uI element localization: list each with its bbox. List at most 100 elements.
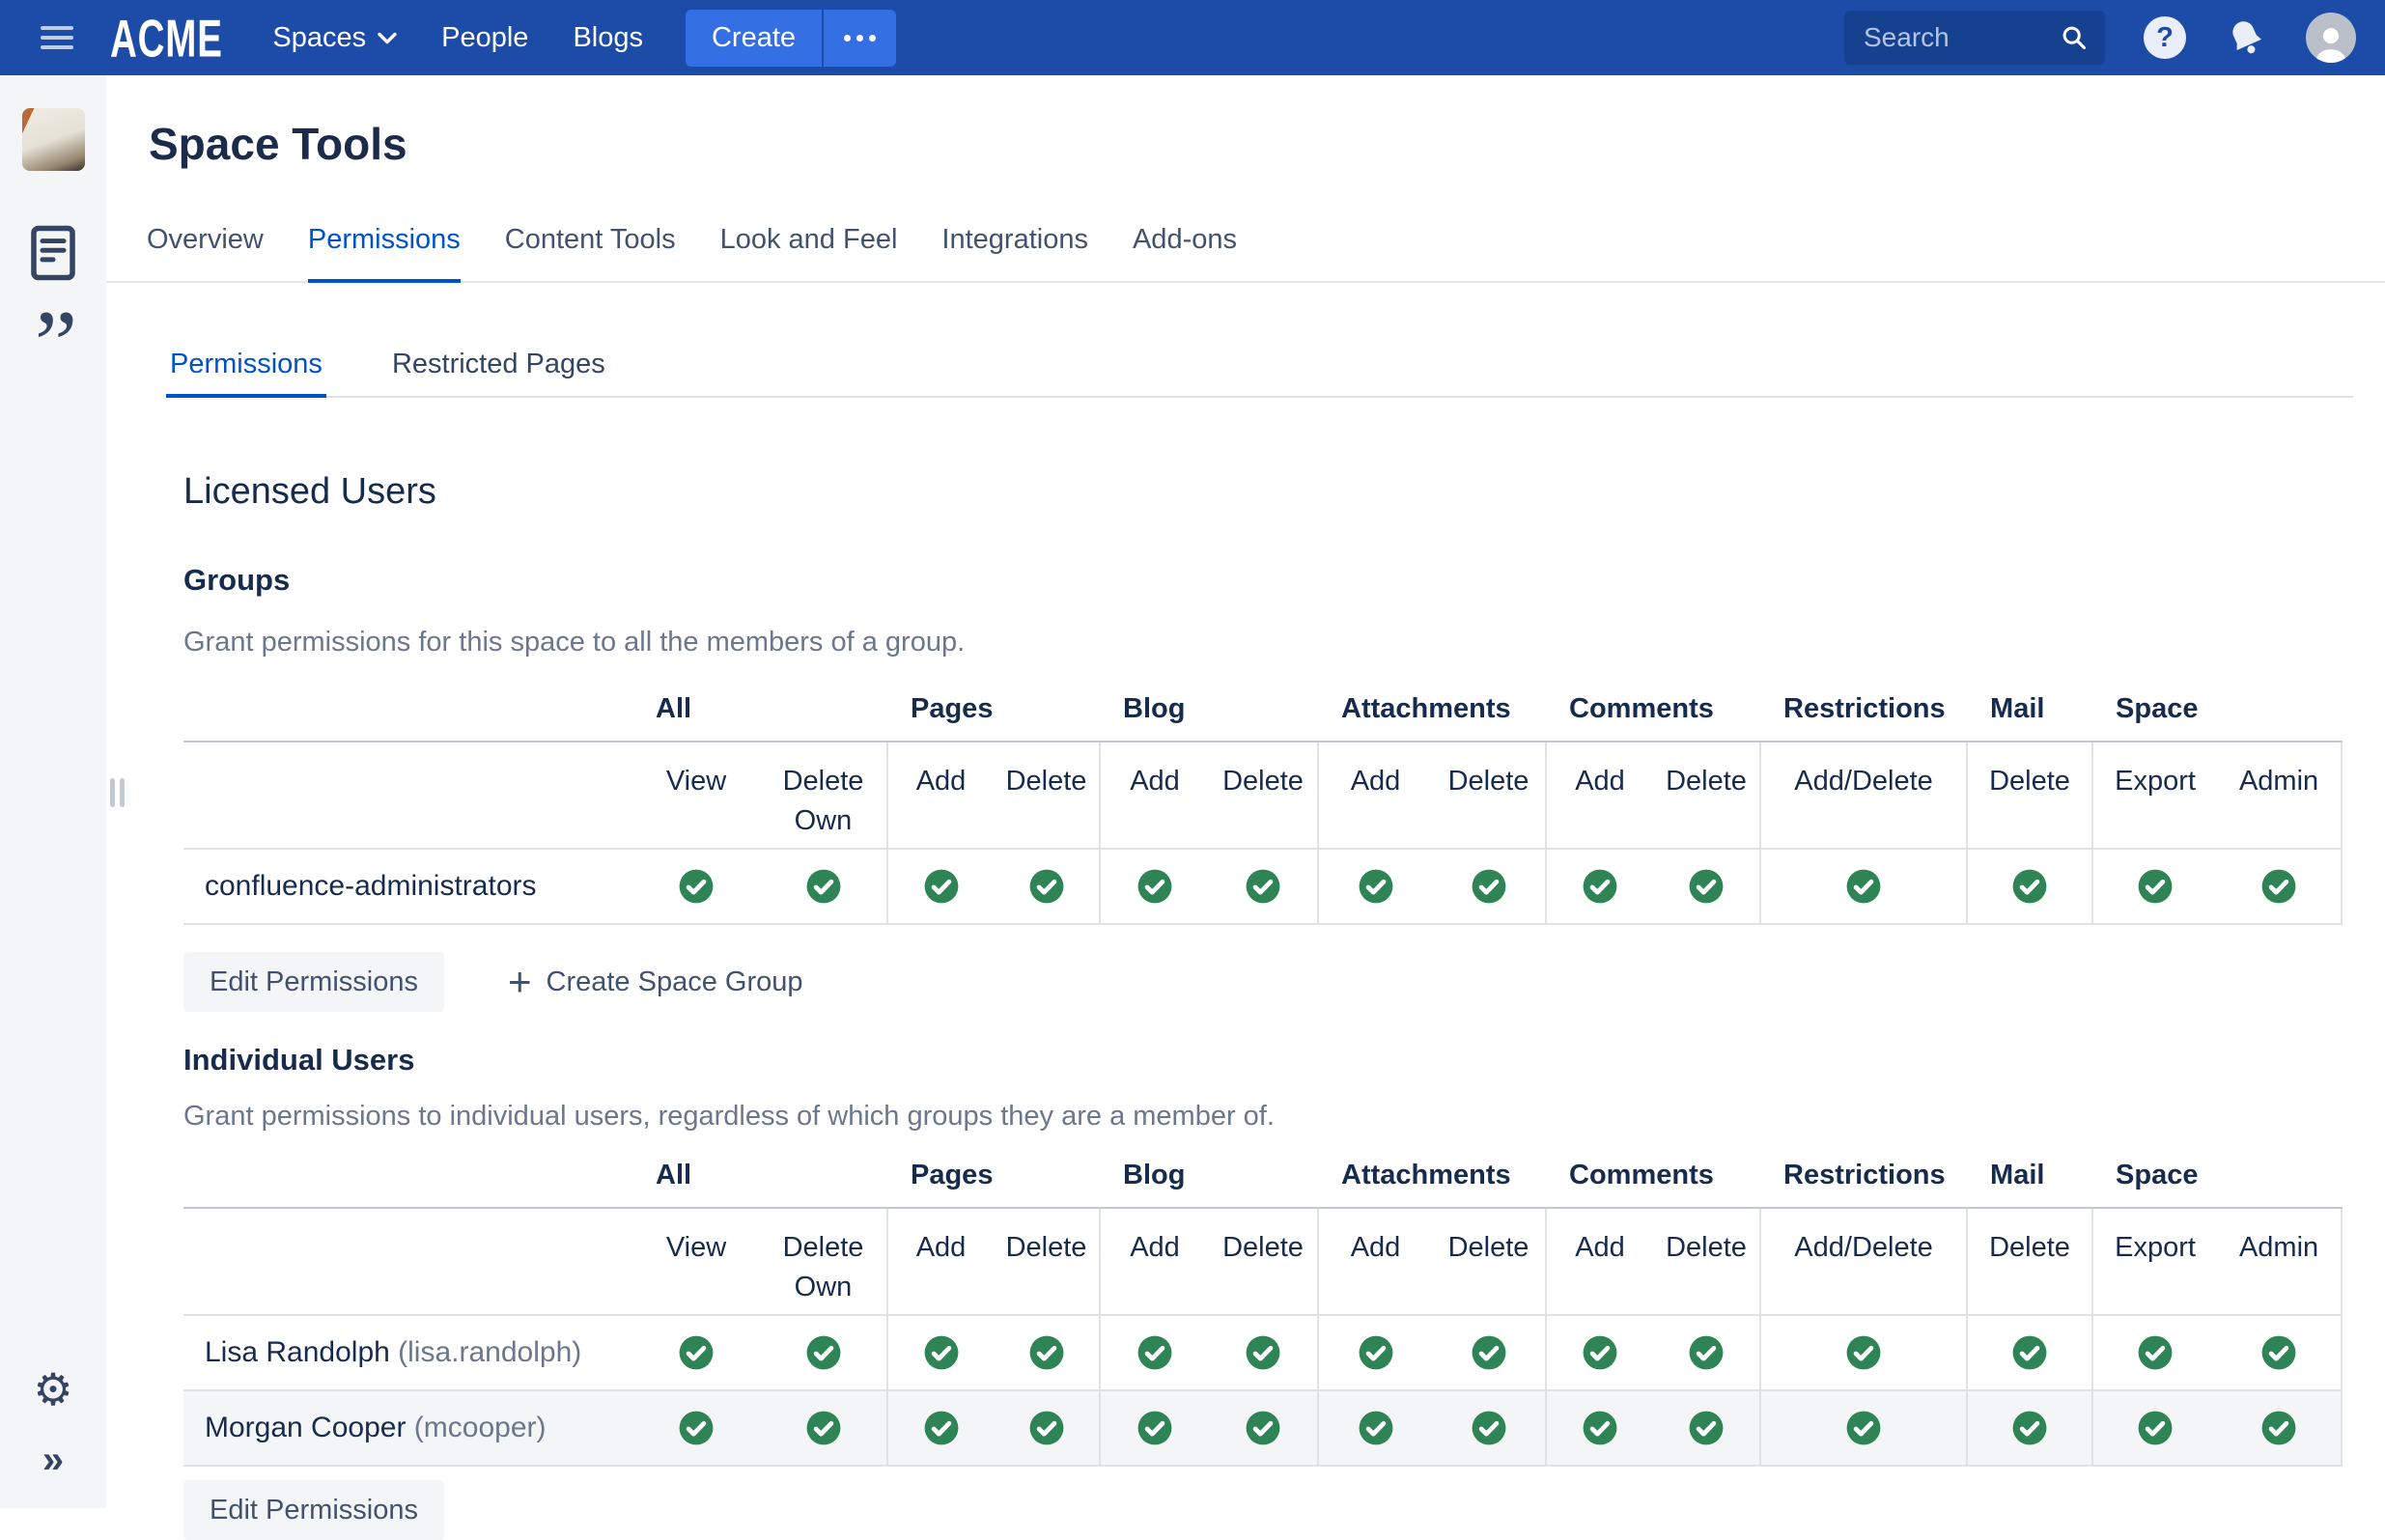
- primary-nav: Spaces People Blogs: [272, 22, 643, 54]
- column-header: Delete Own: [760, 1208, 887, 1315]
- subtab-permissions[interactable]: Permissions: [166, 349, 326, 398]
- edit-permissions-button-users[interactable]: Edit Permissions: [183, 1480, 444, 1540]
- column-header: Delete: [994, 1208, 1100, 1315]
- tab-add-ons[interactable]: Add-ons: [1133, 224, 1237, 283]
- permissions-panel: Permissions Restricted Pages Licensed Us…: [166, 349, 2385, 1540]
- permission-cell: [1967, 849, 2092, 924]
- permission-cell: [1760, 1315, 1967, 1390]
- column-header: Add/Delete: [1760, 1208, 1967, 1315]
- column-header: Admin: [2217, 742, 2342, 849]
- chevron-down-icon: [378, 32, 397, 44]
- column-header: Delete: [1967, 1208, 2092, 1315]
- app-logo[interactable]: ACME: [110, 7, 223, 69]
- settings-gear-icon[interactable]: ⚙: [33, 1367, 72, 1412]
- expand-sidebar-icon[interactable]: »: [42, 1441, 64, 1479]
- column-group-header: Attachments: [1318, 682, 1546, 742]
- permission-cell: [1653, 1390, 1760, 1466]
- check-permission-icon: [2137, 1410, 2174, 1446]
- space-tools-tabs: Overview Permissions Content Tools Look …: [106, 170, 2385, 283]
- permission-cell: [632, 1390, 760, 1466]
- check-permission-icon: [1471, 1410, 1507, 1446]
- check-permission-icon: [1845, 868, 1882, 905]
- nav-spaces[interactable]: Spaces: [272, 22, 397, 54]
- permission-cell: [1546, 1390, 1653, 1466]
- users-permissions-table: AllPagesBlogAttachmentsCommentsRestricti…: [183, 1148, 2343, 1467]
- check-permission-icon: [2011, 868, 2048, 905]
- permission-cell: [1318, 849, 1432, 924]
- permission-cell: [632, 849, 760, 924]
- column-group-header: Mail: [1967, 1148, 2092, 1208]
- check-permission-icon: [2260, 1410, 2297, 1446]
- notifications-bell-icon[interactable]: [2225, 16, 2267, 59]
- column-header: Delete Own: [760, 742, 887, 849]
- groups-heading: Groups: [183, 563, 2385, 598]
- blog-quote-icon[interactable]: ”: [35, 296, 71, 368]
- column-header: Delete: [1653, 742, 1760, 849]
- check-permission-icon: [1245, 868, 1281, 905]
- permission-cell: [994, 849, 1100, 924]
- permission-cell: [1100, 1390, 1209, 1466]
- check-permission-icon: [1028, 1334, 1065, 1371]
- check-permission-icon: [2011, 1334, 2048, 1371]
- column-header: Add: [1100, 1208, 1209, 1315]
- tab-look-and-feel[interactable]: Look and Feel: [720, 224, 898, 283]
- check-permission-icon: [678, 1334, 715, 1371]
- check-permission-icon: [678, 1410, 715, 1446]
- licensed-users-heading: Licensed Users: [183, 471, 2385, 513]
- create-button[interactable]: Create: [686, 10, 822, 67]
- check-permission-icon: [1471, 868, 1507, 905]
- column-header: Add/Delete: [1760, 742, 1967, 849]
- space-logo[interactable]: [22, 108, 85, 171]
- column-header: View: [632, 742, 760, 849]
- groups-permissions-table: AllPagesBlogAttachmentsCommentsRestricti…: [183, 682, 2343, 925]
- tab-overview[interactable]: Overview: [147, 224, 264, 283]
- permission-cell: [632, 1315, 760, 1390]
- permission-cell: [1432, 1315, 1546, 1390]
- user-avatar-icon[interactable]: [2306, 13, 2356, 63]
- tab-integrations[interactable]: Integrations: [941, 224, 1088, 283]
- column-header: View: [632, 1208, 760, 1315]
- permission-cell: [1967, 1390, 2092, 1466]
- space-sidebar: ” ⚙ »: [0, 75, 106, 1508]
- check-permission-icon: [923, 1410, 960, 1446]
- permission-cell: [1100, 1315, 1209, 1390]
- check-permission-icon: [1028, 1410, 1065, 1446]
- column-group-header: Space: [2092, 682, 2342, 742]
- check-permission-icon: [1028, 868, 1065, 905]
- page-title: Space Tools: [149, 118, 2385, 170]
- check-permission-icon: [923, 1334, 960, 1371]
- individual-users-description: Grant permissions to individual users, r…: [183, 1101, 2385, 1133]
- app-shell: ” ⚙ » Space Tools Overview Permissions C…: [0, 75, 2385, 1508]
- subtab-restricted-pages[interactable]: Restricted Pages: [388, 349, 609, 398]
- permissions-subtabs: Permissions Restricted Pages: [166, 349, 2353, 398]
- pages-icon[interactable]: [30, 225, 76, 281]
- nav-blogs[interactable]: Blogs: [573, 22, 643, 54]
- create-space-group-link[interactable]: + Create Space Group: [508, 966, 803, 998]
- check-permission-icon: [1688, 1410, 1725, 1446]
- check-permission-icon: [1688, 868, 1725, 905]
- help-icon[interactable]: ?: [2144, 16, 2186, 59]
- sidebar-resize-handle[interactable]: [110, 778, 125, 807]
- permission-cell: [994, 1390, 1100, 1466]
- tab-content-tools[interactable]: Content Tools: [505, 224, 676, 283]
- more-icon[interactable]: [822, 10, 896, 67]
- plus-icon: +: [508, 966, 532, 998]
- column-group-header: Restrictions: [1760, 682, 1967, 742]
- tab-permissions[interactable]: Permissions: [308, 224, 461, 283]
- column-header: Delete: [1209, 742, 1318, 849]
- column-header: Add: [887, 1208, 994, 1315]
- principal-name: Lisa Randolph (lisa.randolph): [183, 1315, 632, 1390]
- search-box[interactable]: [1844, 11, 2105, 65]
- permission-cell: [1100, 849, 1209, 924]
- menu-icon[interactable]: [41, 26, 73, 49]
- edit-permissions-button-groups[interactable]: Edit Permissions: [183, 952, 444, 1012]
- column-header: Delete: [994, 742, 1100, 849]
- search-input[interactable]: [1862, 21, 2061, 54]
- nav-people[interactable]: People: [441, 22, 528, 54]
- permission-cell: [1760, 849, 1967, 924]
- check-permission-icon: [2137, 868, 2174, 905]
- check-permission-icon: [1845, 1334, 1882, 1371]
- permission-cell: [2217, 1390, 2342, 1466]
- check-permission-icon: [2260, 1334, 2297, 1371]
- check-permission-icon: [1845, 1410, 1882, 1446]
